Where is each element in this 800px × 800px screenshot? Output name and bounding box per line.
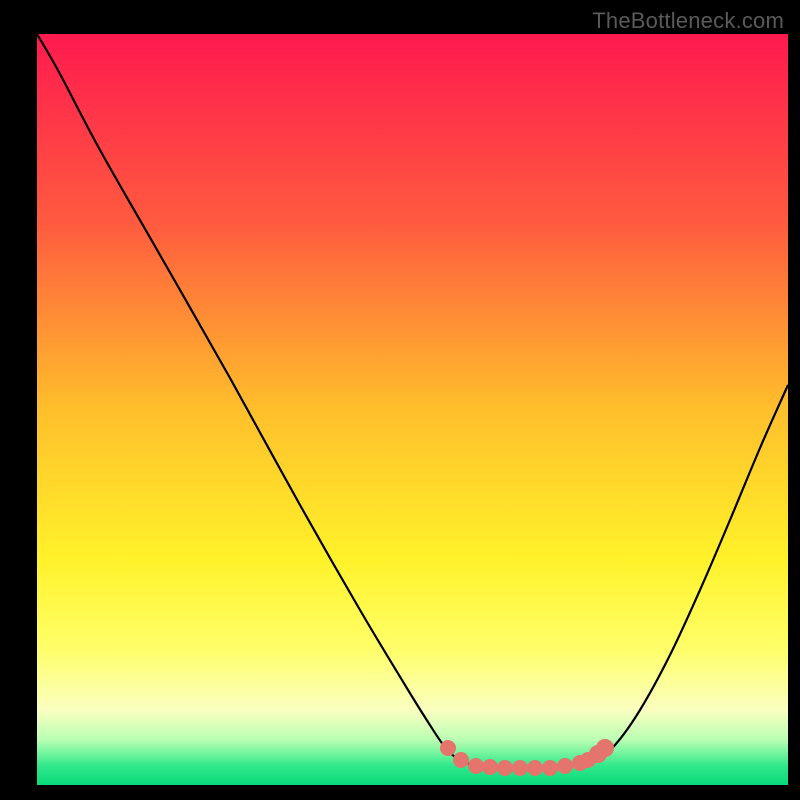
trough-marker — [497, 760, 513, 776]
trough-marker — [596, 739, 614, 757]
watermark-text: TheBottleneck.com — [592, 8, 784, 34]
trough-marker — [440, 740, 456, 756]
trough-marker — [468, 758, 484, 774]
trough-marker — [482, 759, 498, 775]
trough-marker — [557, 758, 573, 774]
trough-marker — [542, 760, 558, 776]
chart-svg — [0, 0, 800, 800]
gradient-background — [37, 34, 788, 785]
trough-marker — [453, 752, 469, 768]
trough-marker — [527, 760, 543, 776]
chart-container: TheBottleneck.com — [0, 0, 800, 800]
trough-marker — [512, 760, 528, 776]
